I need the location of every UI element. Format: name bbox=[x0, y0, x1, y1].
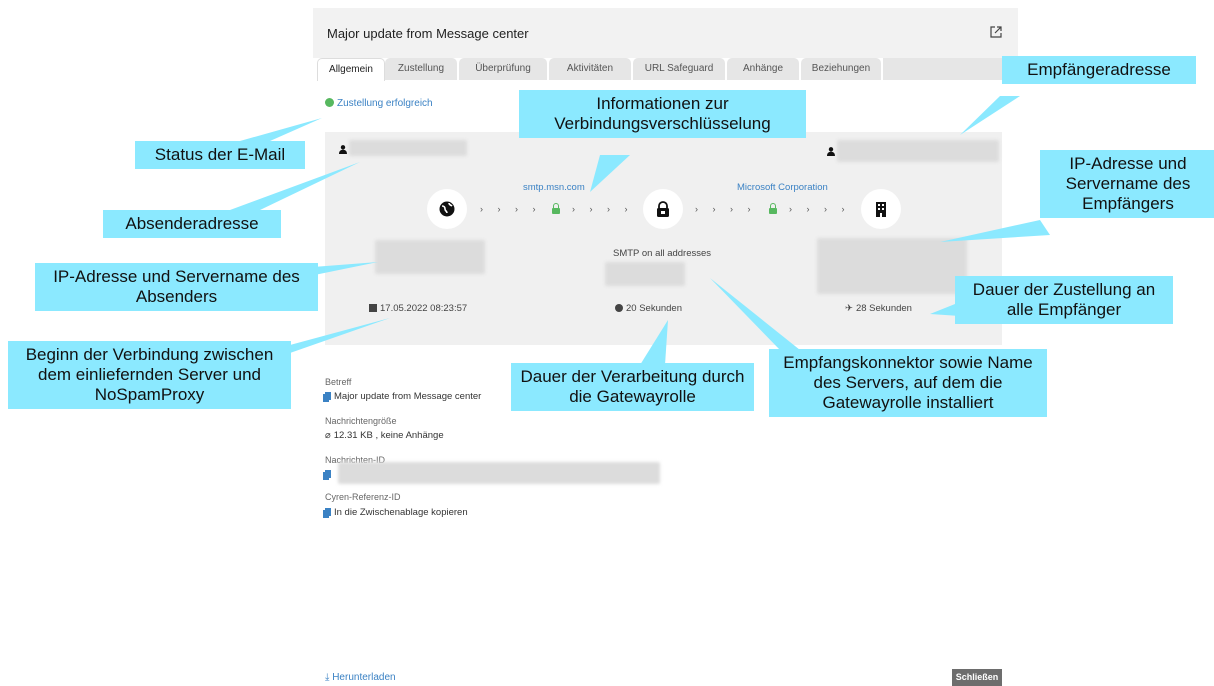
pointer-processing bbox=[640, 320, 668, 365]
pointer-sender bbox=[230, 162, 360, 210]
pointer-connector bbox=[710, 278, 800, 350]
callout-connector: Empfangskonnektor sowie Name des Servers… bbox=[769, 349, 1047, 417]
callout-recipient: Empfängeradresse bbox=[1002, 56, 1196, 84]
callout-sender-ip: IP-Adresse und Servername des Absenders bbox=[35, 263, 318, 311]
pointer-recipient-ip bbox=[940, 220, 1050, 242]
callout-start: Beginn der Verbindung zwischen dem einli… bbox=[8, 341, 291, 409]
pointer-recipient bbox=[960, 96, 1020, 135]
callout-recipient-ip: IP-Adresse und Servername des Empfängers bbox=[1040, 150, 1214, 218]
callout-encryption: Informationen zur Verbindungsverschlüsse… bbox=[519, 90, 806, 138]
callout-sender: Absenderadresse bbox=[103, 210, 281, 238]
pointer-encryption bbox=[590, 155, 630, 192]
pointer-status bbox=[240, 118, 322, 141]
callout-status: Status der E-Mail bbox=[135, 141, 305, 169]
callout-delivery: Dauer der Zustellung an alle Empfänger bbox=[955, 276, 1173, 324]
callout-processing: Dauer der Verarbeitung durch die Gateway… bbox=[511, 363, 754, 411]
